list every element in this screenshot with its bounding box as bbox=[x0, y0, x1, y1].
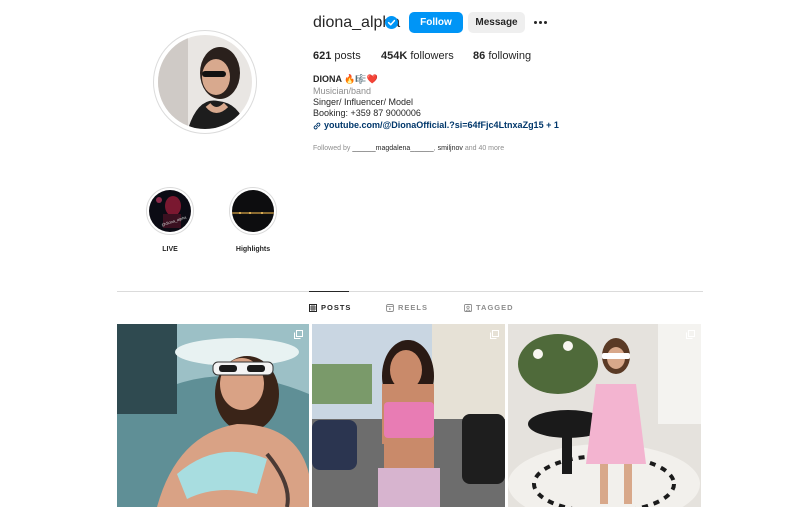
post-thumbnail[interactable] bbox=[508, 324, 701, 507]
tabs-divider bbox=[117, 291, 703, 292]
follow-button[interactable]: Follow bbox=[409, 12, 463, 33]
followed-by[interactable]: Followed by ______magdalena______, smilj… bbox=[313, 144, 504, 153]
posts-stat: 621 posts bbox=[313, 49, 361, 63]
message-button[interactable]: Message bbox=[468, 12, 525, 33]
post-thumbnail[interactable] bbox=[117, 324, 309, 507]
multiple-images-icon bbox=[294, 330, 303, 339]
highlight-live-thumbnail[interactable]: @diona_alpha bbox=[149, 190, 191, 232]
bio-name: DIONA 🔥🎼❤️ bbox=[313, 74, 378, 84]
bio-line-1: Singer/ Influencer/ Model bbox=[313, 97, 414, 107]
posts-count: 621 bbox=[313, 50, 332, 62]
tab-posts[interactable]: POSTS bbox=[309, 303, 351, 312]
bio-link[interactable]: youtube.com/@DionaOfficial.?si=64fFjc4Lt… bbox=[313, 120, 559, 131]
followed-prefix: Followed by bbox=[313, 145, 351, 152]
followers-count: 454K bbox=[381, 50, 408, 62]
following-label: following bbox=[488, 50, 532, 62]
tab-tagged-label: TAGGED bbox=[476, 303, 514, 312]
avatar[interactable] bbox=[158, 35, 252, 129]
highlight-highlights-thumbnail[interactable] bbox=[232, 190, 274, 232]
highlight-live-label: LIVE bbox=[162, 246, 178, 253]
followed-suffix: and 40 more bbox=[464, 145, 505, 152]
followed-separator: , bbox=[433, 145, 436, 152]
bio-category: Musician/band bbox=[313, 86, 372, 96]
posts-label: posts bbox=[334, 50, 361, 62]
tab-posts-label: POSTS bbox=[321, 303, 352, 312]
followers-label: followers bbox=[410, 50, 454, 62]
followers-stat[interactable]: 454K followers bbox=[381, 49, 454, 63]
tab-reels[interactable]: REELS bbox=[386, 303, 428, 312]
tagged-icon bbox=[464, 303, 472, 312]
reels-icon bbox=[386, 303, 394, 312]
link-icon bbox=[313, 122, 321, 129]
active-tab-indicator bbox=[309, 291, 349, 292]
following-stat[interactable]: 86 following bbox=[473, 49, 531, 63]
following-count: 86 bbox=[473, 50, 486, 62]
grid-icon bbox=[309, 303, 317, 312]
bio-link-text[interactable]: youtube.com/@DionaOfficial.?si=64fFjc4Lt… bbox=[324, 120, 559, 131]
more-options-icon[interactable] bbox=[532, 14, 548, 30]
bio-line-2: Booking: +359 87 9000006 bbox=[313, 108, 421, 118]
tab-reels-label: REELS bbox=[398, 303, 429, 312]
tab-tagged[interactable]: TAGGED bbox=[464, 303, 514, 312]
followed-user-1[interactable]: ______magdalena______ bbox=[352, 145, 433, 152]
multiple-images-icon bbox=[686, 330, 695, 339]
highlight-highlights-label: Highlights bbox=[235, 246, 271, 253]
multiple-images-icon bbox=[490, 330, 499, 339]
followed-user-2[interactable]: smiljnov bbox=[438, 145, 463, 152]
verified-badge-icon bbox=[385, 16, 398, 29]
post-thumbnail[interactable] bbox=[312, 324, 505, 507]
